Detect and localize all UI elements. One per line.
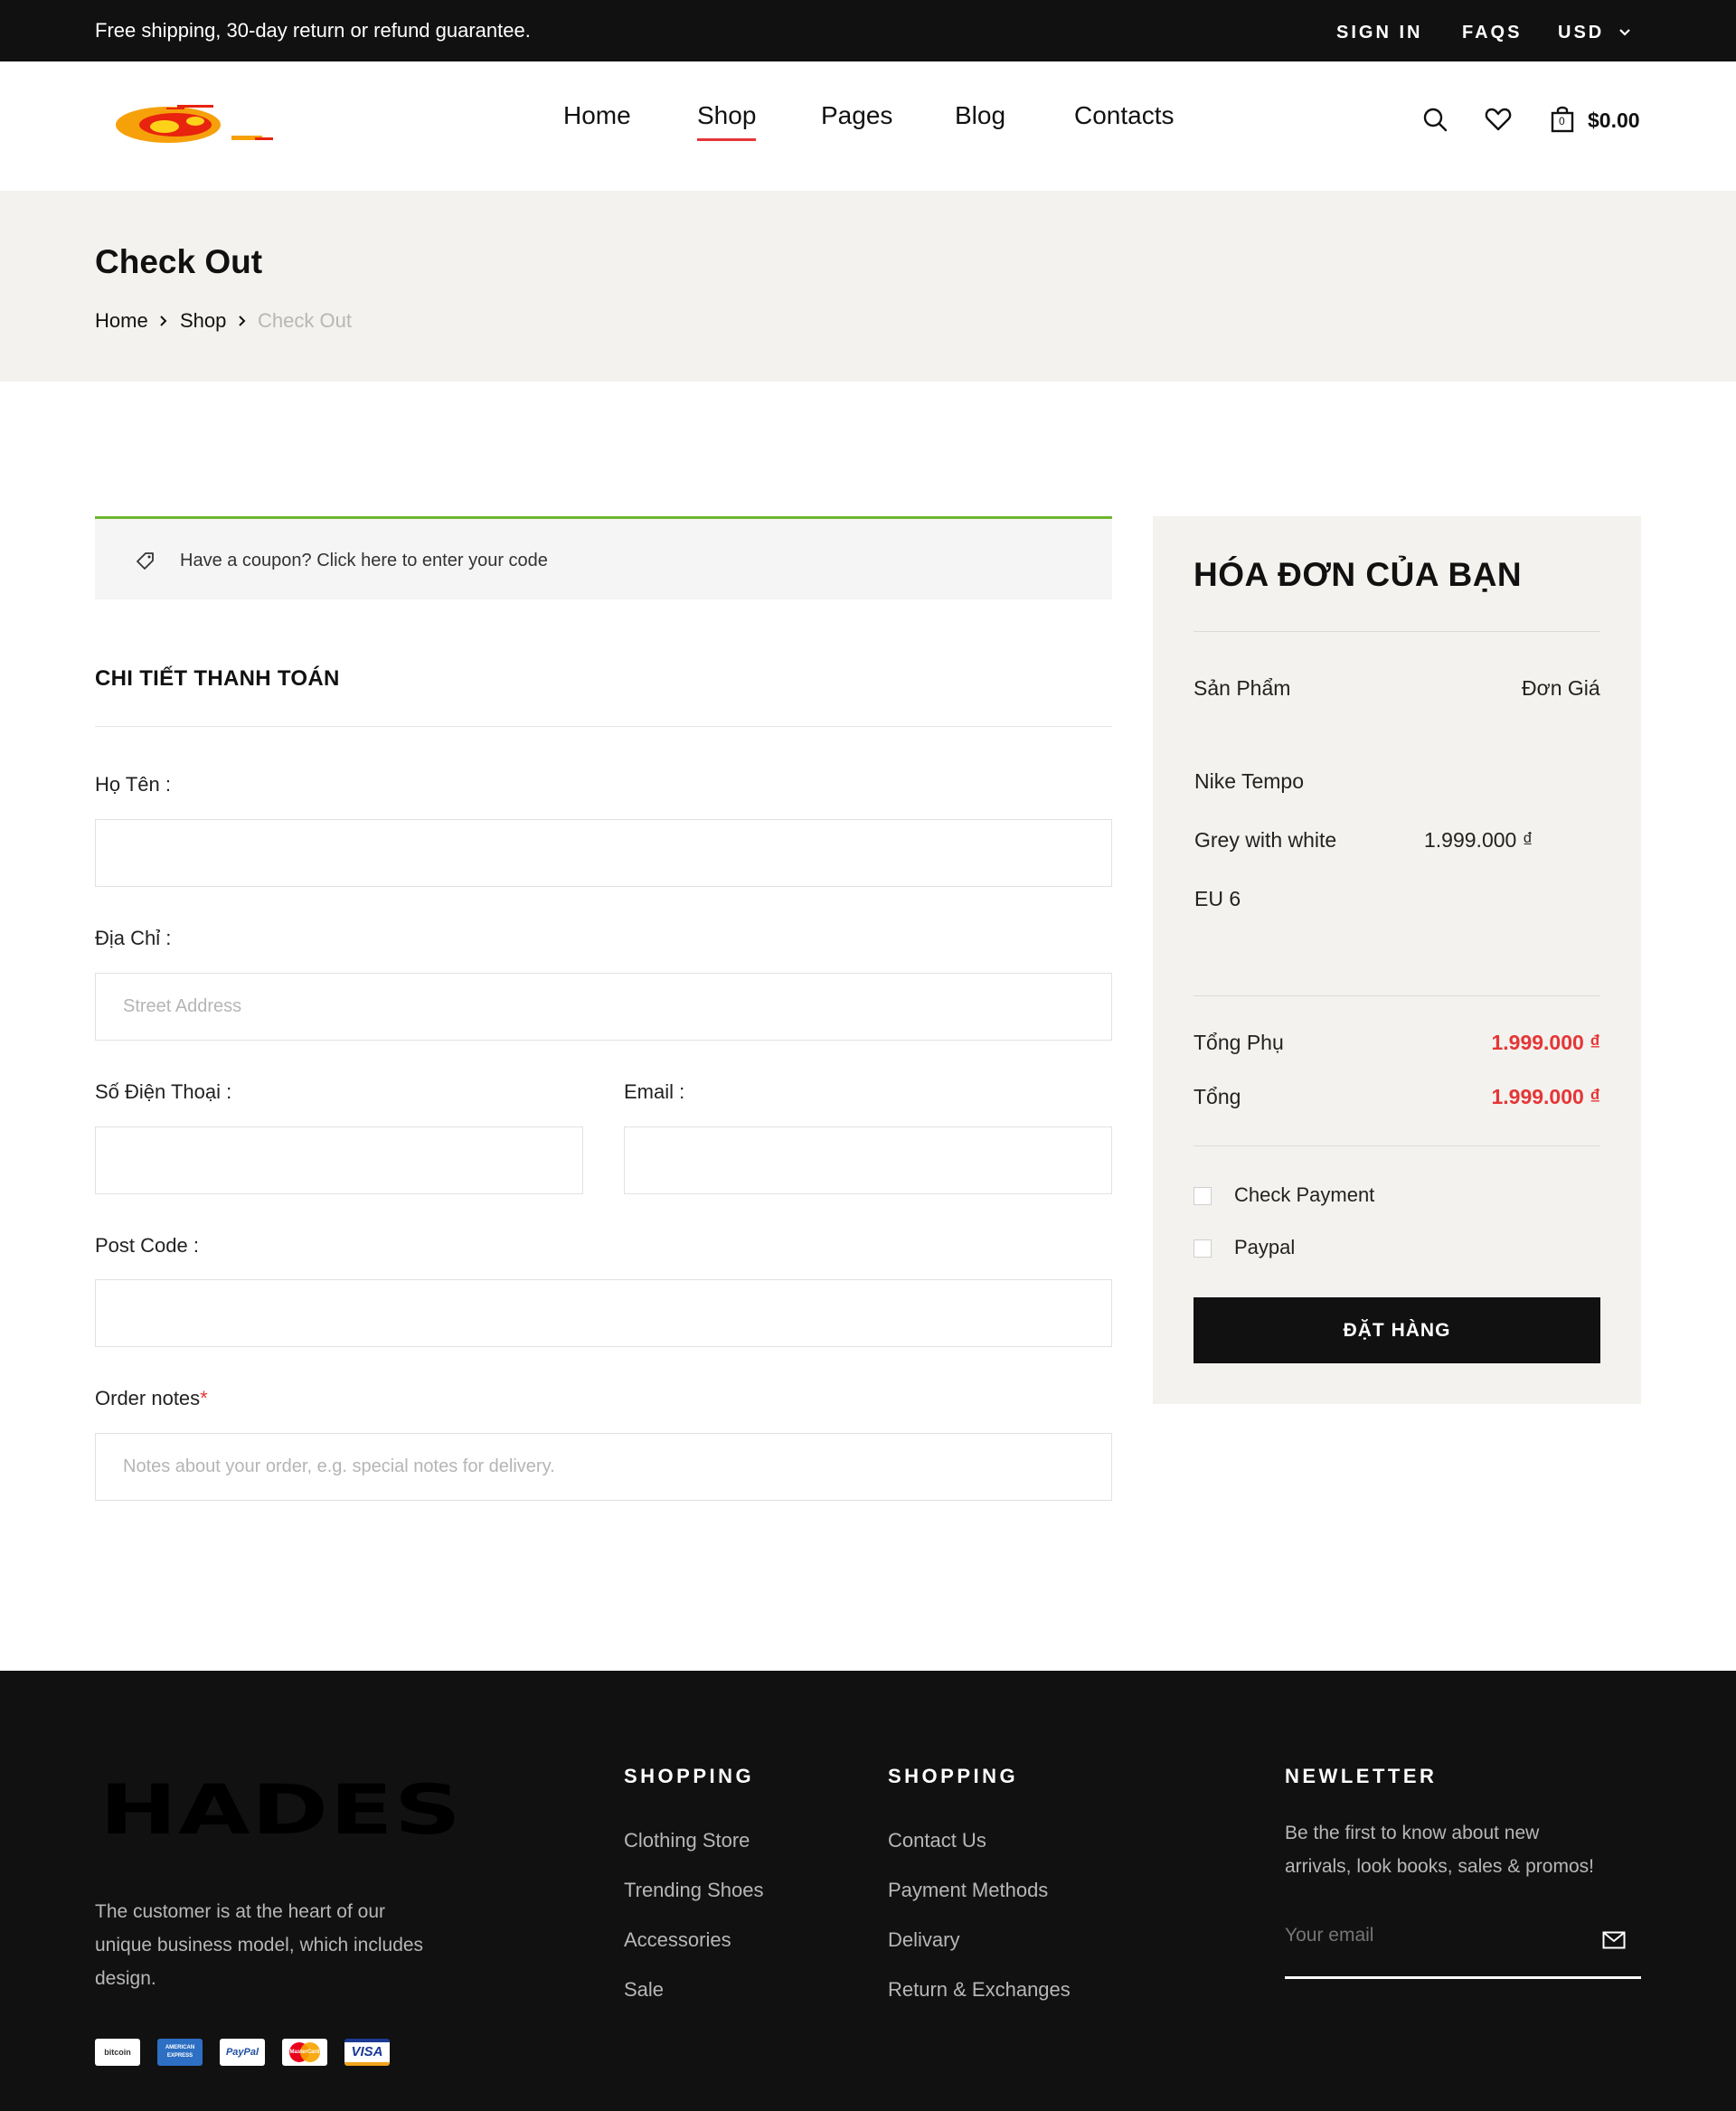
cart-count: 0 [1559,115,1565,127]
page-header-band: Check Out Home Shop Check Out [0,191,1736,382]
tag-icon [137,552,154,570]
paypal-label[interactable]: Paypal [1234,1236,1295,1259]
newsletter-title: NEWLETTER [1285,1765,1438,1787]
coupon-text[interactable]: Have a coupon? Click here to enter your … [180,519,548,602]
name-input[interactable] [95,819,1112,887]
chevron-right-icon [239,316,246,326]
footer-link-contact-us[interactable]: Contact Us [888,1829,986,1852]
flame-logo-icon [116,105,273,143]
name-label: Họ Tên : [95,773,171,796]
check-payment-checkbox[interactable] [1194,1187,1212,1205]
postcode-label: Post Code : [95,1234,199,1257]
breadcrumb-home[interactable]: Home [95,299,148,343]
product-price: 1.999.000 ₫ [1424,828,1533,852]
footer-description-line: design. [95,1968,156,1989]
amex-card-icon: AMERICAN EXPRESS [157,2039,203,2066]
bitcoin-card-icon: bitcoin [95,2039,140,2066]
notes-label-text: Order notes [95,1387,201,1409]
logo[interactable] [112,98,275,152]
paypal-card-icon: PayPal [220,2039,265,2066]
nav-shop[interactable]: Shop [697,101,757,141]
footer-link-clothing-store[interactable]: Clothing Store [624,1829,750,1852]
sign-in-link[interactable]: SIGN IN [1336,0,1422,65]
footer-col1-title: SHOPPING [624,1765,755,1787]
cart-total: $0.00 [1588,108,1640,132]
footer-col2-title: SHOPPING [888,1765,1019,1787]
mastercard-text: MasterCard [289,2050,320,2055]
phone-input[interactable] [95,1126,583,1194]
order-title: HÓA ĐƠN CỦA BẠN [1194,556,1523,593]
heart-icon[interactable] [1484,105,1513,134]
page-title: Check Out [95,243,263,280]
faqs-link[interactable]: FAQS [1462,0,1522,65]
divider [1194,631,1600,632]
footer-description-line: unique business model, which includes [95,1935,424,1956]
cart-button[interactable]: 0 $0.00 [1548,105,1647,137]
newsletter-underline [1285,1976,1641,1979]
billing-title: CHI TIẾT THANH TOÁN [95,666,340,691]
order-summary: HÓA ĐƠN CỦA BẠN Sản Phẩm Đơn Giá Nike Te… [1153,516,1641,1404]
top-bar: Free shipping, 30-day return or refund g… [0,0,1736,61]
paypal-checkbox[interactable] [1194,1239,1212,1258]
footer-link-delivery[interactable]: Delivary [888,1928,959,1952]
divider [1194,1145,1600,1146]
envelope-icon[interactable] [1602,1931,1626,1949]
visa-card-icon: VISA [344,2039,390,2066]
footer-description-line: The customer is at the heart of our [95,1901,385,1922]
subtotal-value: 1.999.000 ₫ [1491,1031,1600,1054]
address-label: Địa Chỉ : [95,927,172,949]
nav-contacts[interactable]: Contacts [1074,101,1175,130]
nav-pages[interactable]: Pages [821,101,892,130]
footer-link-return-exchanges[interactable]: Return & Exchanges [888,1978,1071,2002]
email-label: Email : [624,1080,685,1103]
subtotal-label: Tổng Phụ [1194,1031,1284,1054]
divider [1194,995,1600,996]
chevron-right-icon [160,316,167,326]
footer-description: The customer is at the heart of our uniq… [95,1895,423,1995]
newsletter-text-line: Be the first to know about new [1285,1823,1540,1843]
total-value: 1.999.000 ₫ [1491,1085,1600,1108]
address-input[interactable] [95,973,1112,1041]
currency-label: USD [1558,23,1605,42]
nav-home[interactable]: Home [563,101,631,130]
footer-logo[interactable]: HADES [99,1776,462,1844]
order-notes-input[interactable] [95,1433,1112,1501]
notes-label: Order notes* [95,1387,208,1410]
postcode-input[interactable] [95,1279,1112,1347]
divider [95,726,1112,727]
nav-blog[interactable]: Blog [955,101,1005,130]
product-size: EU 6 [1194,887,1241,910]
footer-link-sale[interactable]: Sale [624,1978,664,2002]
mastercard-card-icon: MasterCard [282,2039,327,2066]
footer-link-payment-methods[interactable]: Payment Methods [888,1879,1048,1902]
currency-selector[interactable]: USD [1558,0,1632,65]
footer-link-accessories[interactable]: Accessories [624,1928,731,1952]
total-label: Tổng [1194,1085,1241,1108]
newsletter-email-input[interactable] [1285,1915,1592,1956]
phone-label: Số Điện Thoại : [95,1080,232,1103]
product-name: Nike Tempo [1194,769,1305,793]
col-price-header: Đơn Giá [1522,676,1600,700]
newsletter-text-line: arrivals, look books, sales & promos! [1285,1856,1594,1877]
newsletter-text: Be the first to know about new arrivals,… [1285,1816,1594,1883]
promo-text: Free shipping, 30-day return or refund g… [95,19,531,42]
required-marker: * [200,1387,208,1409]
search-icon[interactable] [1420,105,1449,134]
product-color: Grey with white [1194,828,1337,852]
place-order-button[interactable]: ĐẶT HÀNG [1194,1297,1600,1363]
chevron-down-icon [1619,29,1630,36]
main-header: Home Shop Pages Blog Contacts 0 $0.00 [0,61,1736,191]
check-payment-label[interactable]: Check Payment [1234,1183,1374,1207]
email-input[interactable] [624,1126,1112,1194]
footer: HADES The customer is at the heart of ou… [0,1671,1736,2111]
col-product-header: Sản Phẩm [1194,676,1291,700]
breadcrumb-shop[interactable]: Shop [180,299,226,343]
breadcrumb-current: Check Out [258,309,352,332]
coupon-notice[interactable]: Have a coupon? Click here to enter your … [95,516,1112,599]
footer-link-trending-shoes[interactable]: Trending Shoes [624,1879,764,1902]
